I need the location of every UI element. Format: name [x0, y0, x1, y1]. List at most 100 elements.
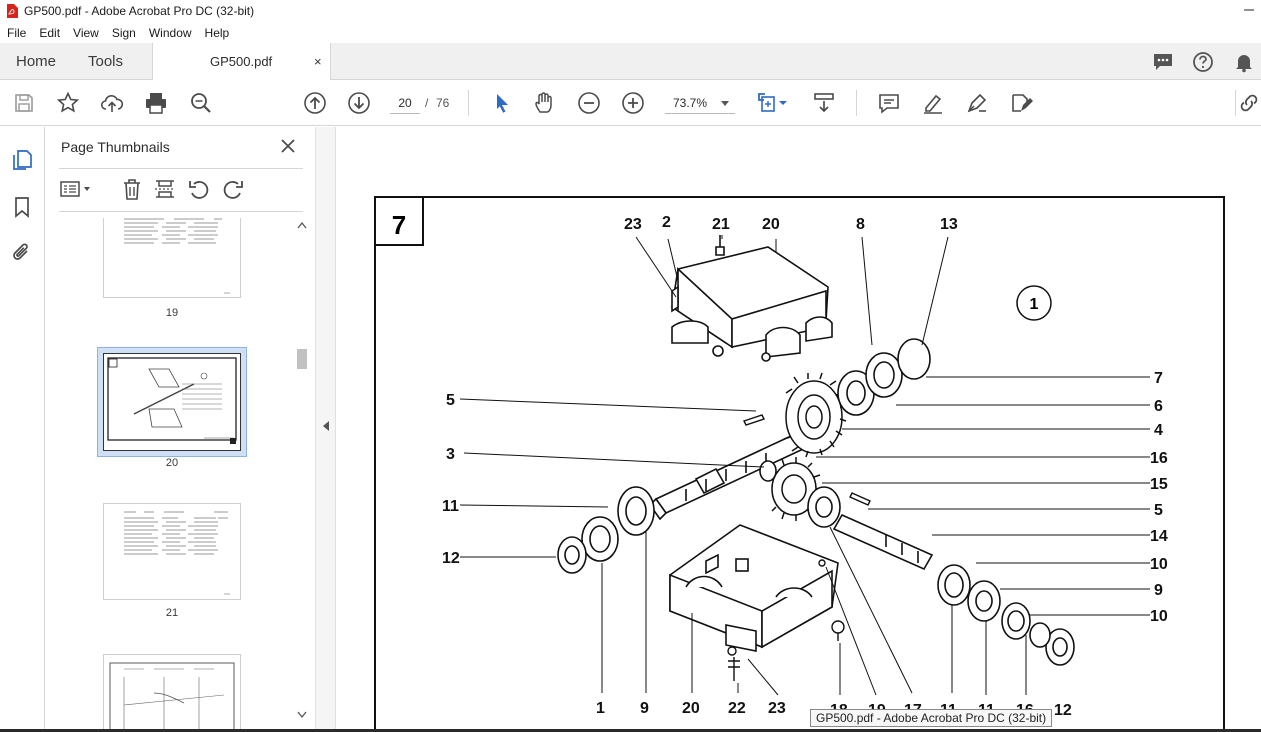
- left-navigation-rail: [0, 127, 45, 732]
- callout-23-top: 23: [624, 216, 642, 233]
- callout-16-right: 16: [1150, 450, 1168, 467]
- scroll-down-icon[interactable]: [297, 711, 307, 719]
- thumbnail-options-icon[interactable]: [59, 178, 93, 200]
- page-separator: /: [425, 96, 429, 110]
- main-toolbar: 20 / 76 73.7%: [0, 80, 1261, 126]
- callout-6: 6: [1154, 398, 1163, 415]
- menu-file[interactable]: File: [0, 26, 32, 40]
- callout-21: 21: [712, 216, 730, 233]
- title-bar: GP500.pdf - Adobe Acrobat Pro DC (32-bit…: [0, 0, 1261, 22]
- thumbnail-label: 21: [165, 607, 179, 619]
- fit-page-dropdown-icon[interactable]: [778, 91, 788, 115]
- hand-tool-icon[interactable]: [533, 91, 557, 115]
- callout-5-left: 5: [446, 392, 455, 409]
- scrollbar-thumb[interactable]: [297, 349, 307, 369]
- comment-icon[interactable]: [877, 91, 901, 115]
- thumbnail-page-22[interactable]: [103, 654, 241, 732]
- callout-23-bottom: 23: [768, 700, 786, 717]
- thumbnail-page-20[interactable]: [103, 353, 241, 451]
- menu-window[interactable]: Window: [142, 26, 198, 40]
- thumbnail-page-21[interactable]: [103, 503, 241, 600]
- callout-14: 14: [1150, 528, 1168, 545]
- rotate-clockwise-icon[interactable]: [221, 178, 245, 200]
- tab-tools[interactable]: Tools: [88, 53, 123, 70]
- exploded-gearbox-drawing: 7 1 23 2 21 20 8 13 7 6 4 16 15 5 14 10 …: [374, 196, 1225, 732]
- save-icon[interactable]: [12, 91, 36, 115]
- zoom-search-icon[interactable]: [189, 91, 213, 115]
- bookmarks-icon[interactable]: [10, 195, 34, 219]
- attachments-paperclip-icon[interactable]: [10, 241, 34, 265]
- scroll-up-icon[interactable]: [297, 221, 307, 229]
- zoom-out-icon[interactable]: [577, 91, 601, 115]
- zoom-level-dropdown[interactable]: 73.7%: [665, 92, 735, 114]
- fill-sign-pen-icon[interactable]: [965, 91, 989, 115]
- toolbar-divider: [1235, 90, 1236, 116]
- menu-help[interactable]: Help: [198, 26, 236, 40]
- callout-8: 8: [856, 216, 865, 233]
- callout-1: 1: [596, 700, 605, 717]
- extract-pages-icon[interactable]: [153, 178, 177, 200]
- page-thumbnails-panel: Page Thumbnails 19 20 21: [45, 127, 315, 732]
- thumbnail-drawing-preview: [107, 357, 237, 444]
- link-share-icon[interactable]: [1237, 91, 1261, 115]
- next-page-icon[interactable]: [347, 91, 371, 115]
- callout-9-bottom: 9: [640, 700, 649, 717]
- thumbnail-page-19[interactable]: [103, 218, 241, 298]
- scroll-mode-icon[interactable]: [812, 91, 836, 115]
- page-total: 76: [436, 96, 450, 110]
- menu-edit[interactable]: Edit: [32, 26, 66, 40]
- document-view[interactable]: 7 1 23 2 21 20 8 13 7 6 4 16 15 5 14 10 …: [336, 127, 1261, 732]
- menu-sign[interactable]: Sign: [105, 26, 142, 40]
- callout-3: 3: [446, 446, 455, 463]
- panel-divider: [59, 211, 303, 212]
- select-cursor-icon[interactable]: [490, 91, 514, 115]
- print-icon[interactable]: [144, 91, 168, 115]
- page-number-input[interactable]: 20: [390, 92, 420, 114]
- thumbnail-text-preview: [124, 511, 230, 595]
- thumbnail-scrollbar[interactable]: [295, 219, 309, 725]
- comment-bubble-icon[interactable]: [1152, 51, 1174, 73]
- notification-bell-icon[interactable]: [1233, 51, 1255, 73]
- panel-splitter[interactable]: [315, 127, 336, 732]
- delete-trash-icon[interactable]: [120, 178, 144, 200]
- upload-cloud-icon[interactable]: [100, 91, 124, 115]
- callout-4: 4: [1154, 422, 1163, 439]
- tab-bar: Home Tools GP500.pdf ×: [0, 43, 1261, 80]
- callout-10-lower: 10: [1150, 608, 1168, 625]
- menu-bar: File Edit View Sign Window Help: [0, 22, 1261, 43]
- window-title: GP500.pdf - Adobe Acrobat Pro DC (32-bit…: [24, 4, 255, 18]
- tab-home[interactable]: Home: [16, 53, 56, 70]
- chevron-down-icon: [721, 101, 729, 106]
- tab-close-icon[interactable]: ×: [314, 54, 322, 69]
- redact-edit-icon[interactable]: [1009, 91, 1033, 115]
- rotate-counterclockwise-icon[interactable]: [187, 178, 211, 200]
- acrobat-app-icon: [7, 4, 18, 18]
- zoom-in-icon[interactable]: [621, 91, 645, 115]
- collapse-panel-icon[interactable]: [323, 421, 329, 431]
- callout-11-left: 11: [442, 498, 459, 515]
- tab-document[interactable]: GP500.pdf ×: [152, 43, 331, 80]
- close-icon[interactable]: [279, 137, 297, 155]
- menu-view[interactable]: View: [66, 26, 105, 40]
- bookmark-star-icon[interactable]: [56, 91, 80, 115]
- thumbnail-list: 19 20 21: [59, 218, 295, 732]
- page-thumbnails-icon[interactable]: [10, 148, 34, 172]
- panel-divider: [59, 168, 303, 169]
- taskbar-tooltip: GP500.pdf - Adobe Acrobat Pro DC (32-bit…: [810, 709, 1053, 727]
- highlight-pen-icon[interactable]: [921, 91, 945, 115]
- callout-10-upper: 10: [1150, 556, 1168, 573]
- callout-12-right: 12: [1054, 702, 1072, 719]
- callout-7: 7: [1154, 370, 1163, 387]
- previous-page-icon[interactable]: [303, 91, 327, 115]
- help-icon[interactable]: [1192, 51, 1214, 73]
- callout-20-top: 20: [762, 216, 780, 233]
- fit-page-icon[interactable]: [756, 91, 780, 115]
- callout-9-right: 9: [1154, 582, 1163, 599]
- callout-20-bottom: 20: [682, 700, 700, 717]
- tab-document-label: GP500.pdf: [210, 54, 273, 69]
- minimize-icon[interactable]: [1243, 4, 1255, 16]
- callout-22: 22: [728, 700, 746, 717]
- callout-13: 13: [940, 216, 958, 233]
- figure-number: 7: [392, 210, 406, 240]
- callout-5-right: 5: [1154, 502, 1163, 519]
